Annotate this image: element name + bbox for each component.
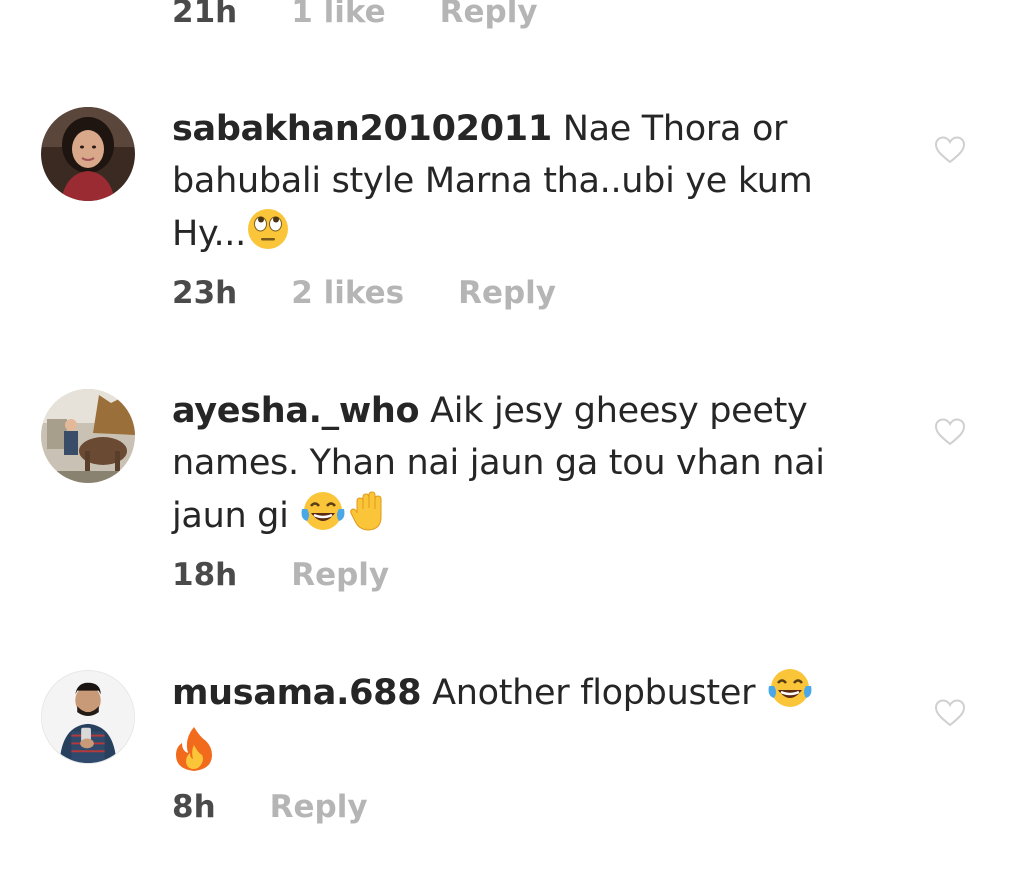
avatar[interactable] [41, 107, 135, 201]
reply-button[interactable]: Reply [291, 557, 389, 593]
comment-time: 23h [172, 275, 238, 311]
comment-meta: 8h Reply [172, 787, 368, 827]
username-link[interactable]: sabakhan20102011 [172, 109, 552, 149]
comment-text: Nae Thora or [562, 109, 788, 149]
comment-time: 21h [172, 0, 238, 30]
previous-comment-meta: 21h 1 like Reply [172, 0, 592, 32]
comment-line: sabakhan20102011 Nae Thora or [172, 103, 892, 155]
comment-likes[interactable]: 2 likes [291, 275, 404, 311]
comment-line [172, 725, 892, 788]
comment-text: bahubali style Marna tha..ubi ye kum [172, 161, 813, 201]
face-with-rolling-eyes-icon [246, 207, 290, 266]
comment-meta: 23h 2 likes Reply [172, 273, 556, 313]
comment-text: Hy... [172, 214, 246, 254]
fire-icon [172, 725, 216, 788]
comment-text: Aik jesy gheesy peety [430, 391, 808, 431]
comment-body: ayesha._who Aik jesy gheesy peety names.… [172, 385, 892, 548]
comment-text: jaun gi [172, 496, 289, 536]
reply-button[interactable]: Reply [458, 275, 556, 311]
face-with-tears-of-joy-icon [299, 489, 347, 548]
comment-text: names. Yhan nai jaun ga tou vhan nai [172, 443, 825, 483]
comment-text: Another flopbuster [432, 673, 756, 713]
comment-time: 18h [172, 557, 238, 593]
comment-meta: 18h Reply [172, 555, 389, 595]
username-link[interactable]: ayesha._who [172, 391, 420, 431]
username-link[interactable]: musama.688 [172, 673, 422, 713]
heart-outline-icon[interactable] [934, 698, 966, 728]
heart-outline-icon[interactable] [934, 417, 966, 447]
comment-line: Hy... [172, 207, 892, 266]
comment-body: musama.688 Another flopbuster [172, 666, 892, 788]
reply-button[interactable]: Reply [270, 789, 368, 825]
comment-time: 8h [172, 789, 216, 825]
comment-line: jaun gi [172, 489, 892, 548]
comment-line: ayesha._who Aik jesy gheesy peety [172, 385, 892, 437]
comment-body: sabakhan20102011 Nae Thora or bahubali s… [172, 103, 892, 266]
avatar[interactable] [41, 670, 135, 764]
comment-likes[interactable]: 1 like [291, 0, 385, 30]
comment-line: musama.688 Another flopbuster [172, 666, 892, 725]
heart-outline-icon[interactable] [934, 135, 966, 165]
face-with-tears-of-joy-icon [766, 666, 814, 725]
avatar[interactable] [41, 389, 135, 483]
reply-button[interactable]: Reply [440, 0, 538, 30]
raised-hand-icon [347, 489, 391, 548]
